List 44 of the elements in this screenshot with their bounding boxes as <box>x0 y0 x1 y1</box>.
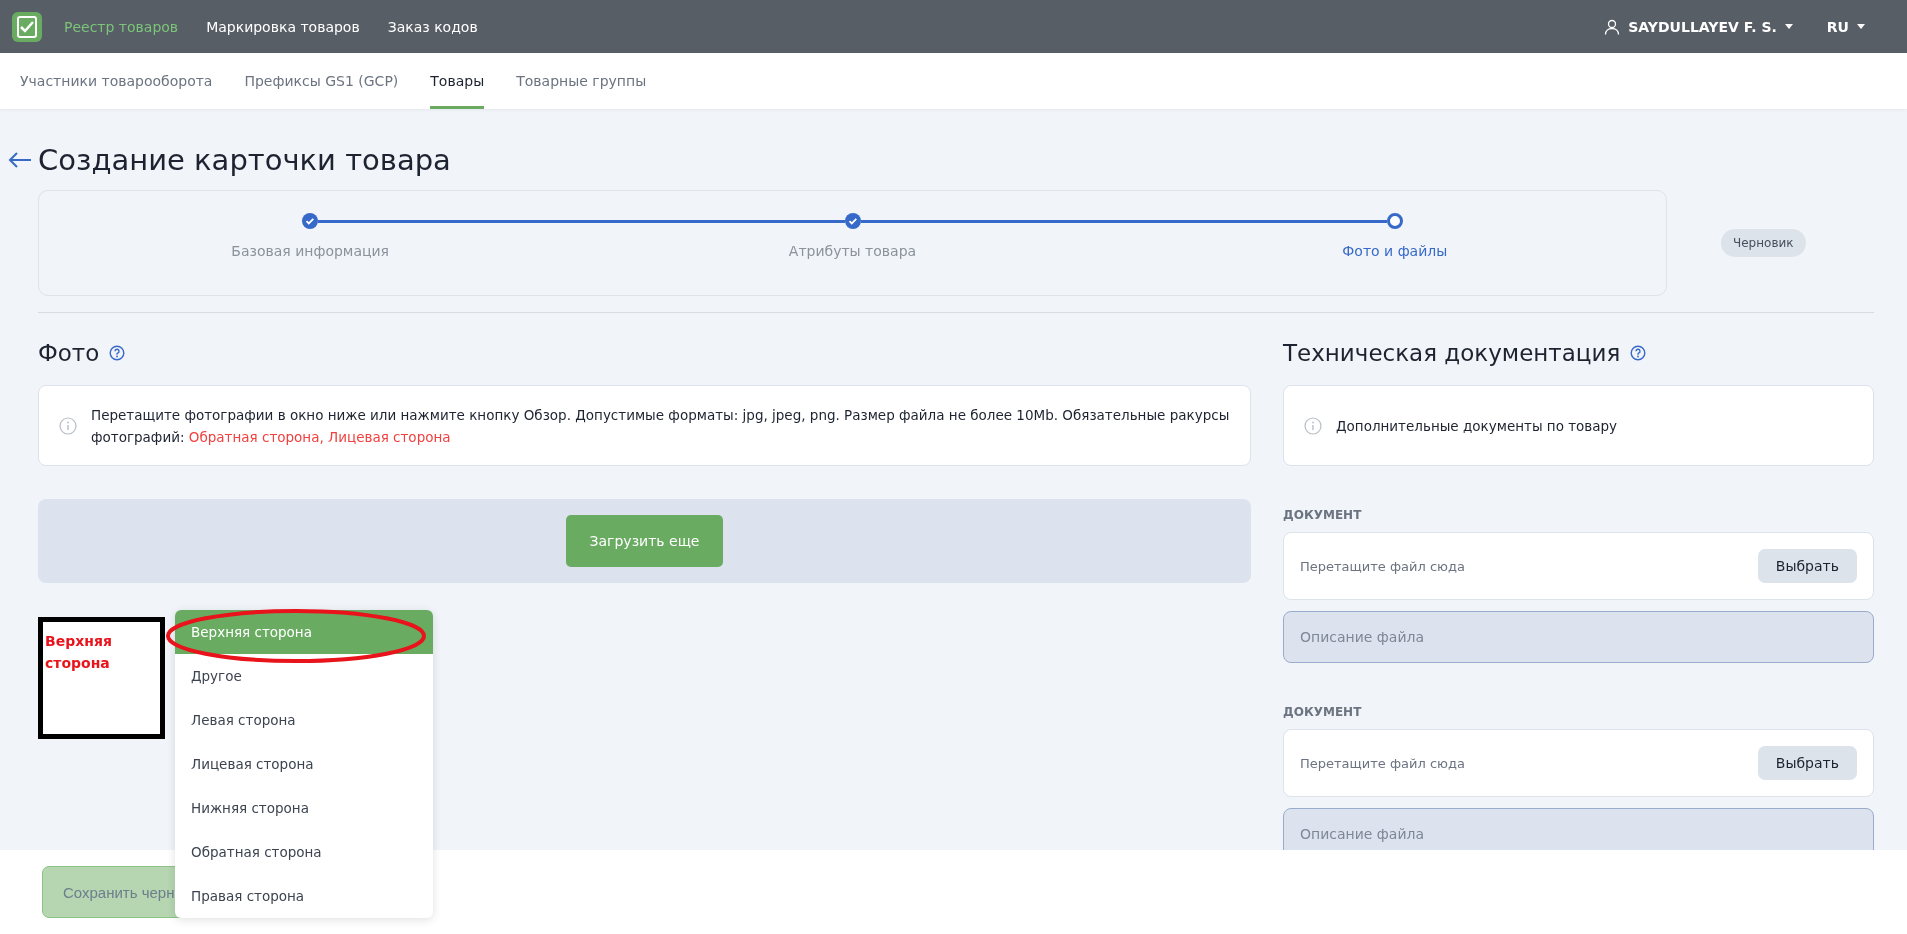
file-drop-zone[interactable]: Перетащите файл сюда Выбрать <box>1283 729 1874 797</box>
drop-hint: Перетащите файл сюда <box>1300 755 1465 771</box>
step-label: Базовая информация <box>231 243 390 259</box>
user-name[interactable]: SAYDULLAYEV F. S. <box>1628 18 1777 35</box>
menu-option[interactable]: Правая сторона <box>175 874 433 918</box>
description-field[interactable]: Описание файла <box>1283 808 1874 850</box>
status-badge: Черновик <box>1721 229 1806 257</box>
caret-icon <box>1784 24 1793 29</box>
help-icon[interactable] <box>109 345 126 361</box>
file-drop-zone[interactable]: Перетащите файл сюда Выбрать <box>1283 532 1874 600</box>
user-icon <box>1604 18 1621 35</box>
tab[interactable]: Участники товарооборота <box>20 53 213 109</box>
section-heading: Фото <box>38 340 100 366</box>
choose-file-button[interactable]: Выбрать <box>1757 549 1857 583</box>
nav-link[interactable]: Маркировка товаров <box>206 18 360 35</box>
menu-option[interactable]: Обратная сторона <box>175 830 433 874</box>
info-icon <box>1304 416 1322 435</box>
back-arrow-icon[interactable] <box>8 151 32 169</box>
help-icon[interactable] <box>1630 345 1647 361</box>
menu-option[interactable]: Другое <box>175 654 433 698</box>
field-label: ДОКУМЕНТ <box>1283 705 1363 719</box>
step-label: Атрибуты товара <box>788 243 917 259</box>
logo-icon[interactable] <box>12 11 42 42</box>
field-label: ДОКУМЕНТ <box>1283 508 1363 522</box>
choose-file-button[interactable]: Выбрать <box>1757 746 1857 780</box>
tab[interactable]: Префиксы GS1 (GCP) <box>244 53 399 109</box>
menu-option[interactable]: Лицевая сторона <box>175 742 433 786</box>
drop-hint: Перетащите файл сюда <box>1300 558 1465 574</box>
tab[interactable]: Товары <box>430 53 485 109</box>
step-label: Фото и файлы <box>1342 243 1448 259</box>
menu-option[interactable]: Нижняя сторона <box>175 786 433 830</box>
menu-option[interactable]: Левая сторона <box>175 698 433 742</box>
photo-label: Верхняя сторона <box>45 632 113 673</box>
page-title: Создание карточки товара <box>38 143 451 177</box>
language-selector[interactable]: RU <box>1826 18 1849 35</box>
nav-link[interactable]: Заказ кодов <box>387 18 478 35</box>
caret-icon <box>1857 24 1865 29</box>
info-icon <box>59 416 77 435</box>
info-text: Перетащите фотографии в окно ниже или нажмите кнопку Обзор. Допустимые форматы: jpg, jpeg, png. Размер файла не более 10Mb. Обязательные ракурсы фотографий: Обратная сторона, Лицевая сторона <box>91 405 1230 447</box>
section-heading: Техническая документация <box>1283 340 1621 366</box>
photo-thumbnail[interactable]: Верхняя сторона <box>38 617 165 739</box>
info-text: Дополнительные документы по товару <box>1336 416 1618 436</box>
description-field[interactable]: Описание файла <box>1283 611 1874 663</box>
tab[interactable]: Товарные группы <box>516 53 647 109</box>
